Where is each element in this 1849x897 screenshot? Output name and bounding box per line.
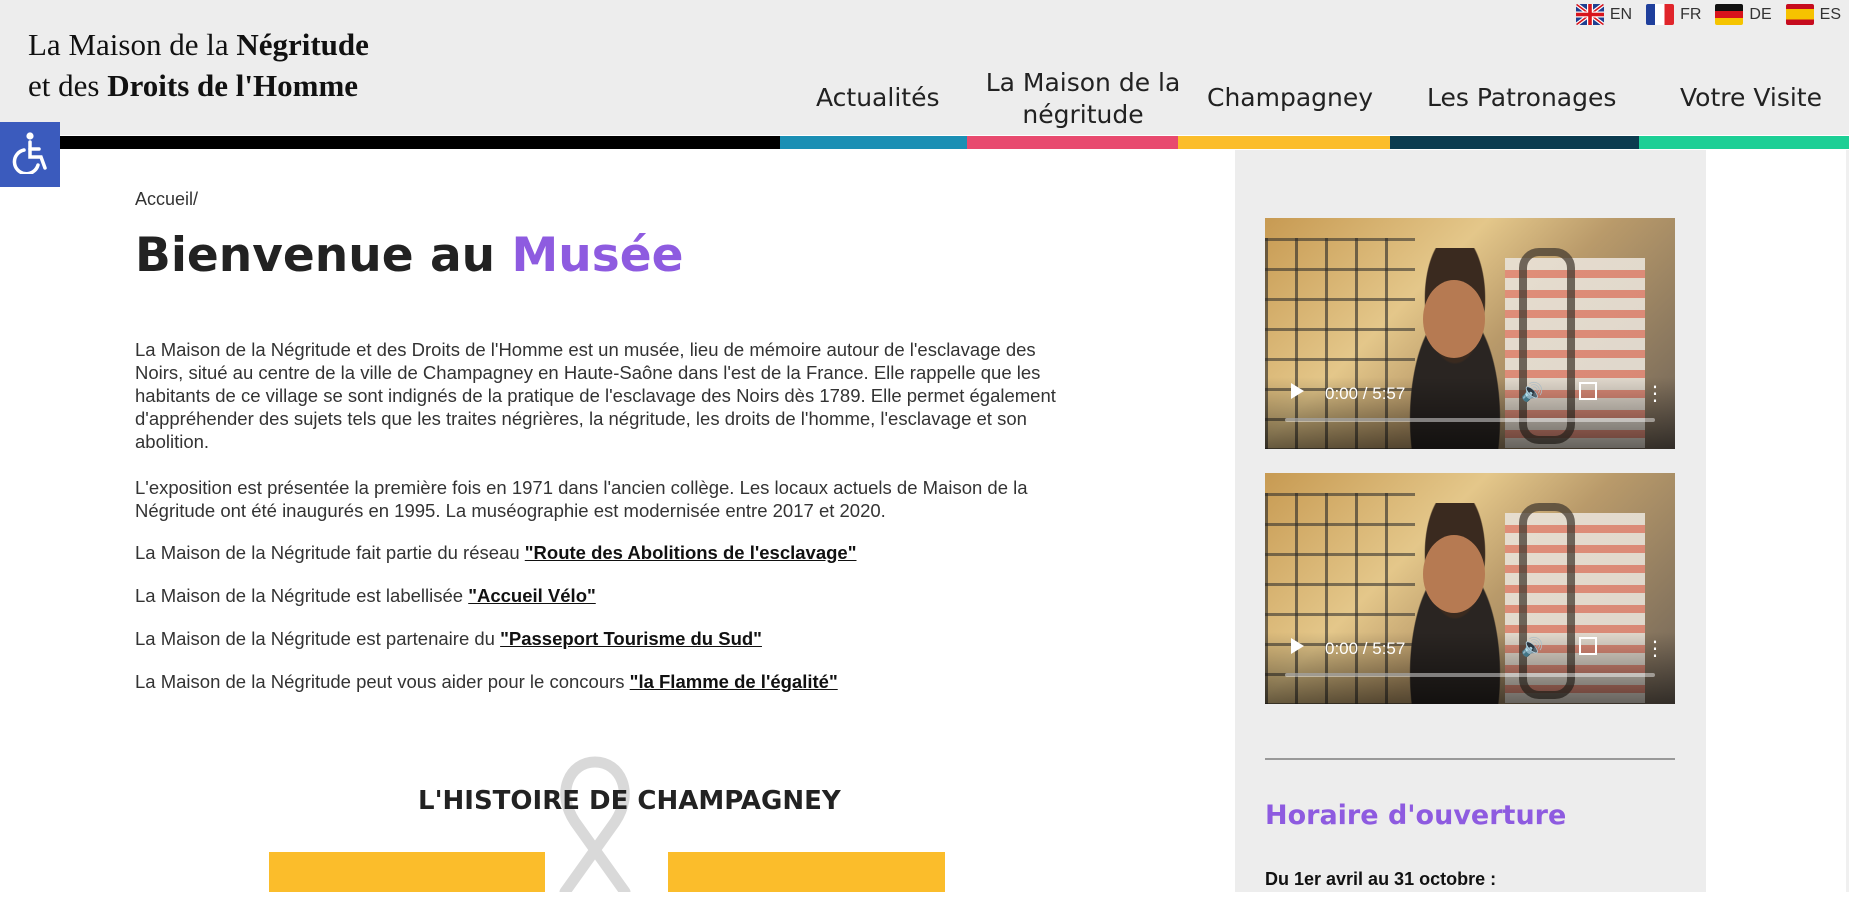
video-thumb-face bbox=[1423, 280, 1485, 358]
nav-maison-negritude[interactable]: La Maison de la négritude bbox=[983, 67, 1183, 131]
lang-en-label: EN bbox=[1609, 5, 1633, 23]
germany-flag-icon bbox=[1715, 4, 1744, 25]
more-options-icon[interactable]: ⋮ bbox=[1645, 639, 1665, 659]
volume-icon[interactable]: 🔊 bbox=[1521, 637, 1543, 657]
page-title: Bienvenue au Musée bbox=[135, 228, 683, 283]
color-bar-black bbox=[0, 136, 780, 149]
passeport-line: La Maison de la Négritude est partenaire… bbox=[135, 627, 1065, 650]
lang-en[interactable]: EN bbox=[1575, 4, 1633, 25]
page-title-plain: Bienvenue au bbox=[135, 228, 512, 283]
opening-hours-period: Du 1er avril au 31 octobre : bbox=[1265, 869, 1497, 889]
accueil-velo-link[interactable]: "Accueil Vélo" bbox=[468, 585, 596, 606]
passeport-text: La Maison de la Négritude est partenaire… bbox=[135, 628, 501, 649]
site-title-line1-plain: La Maison de la bbox=[28, 27, 237, 62]
site-title-line2-bold: Droits de l'Homme bbox=[107, 68, 359, 103]
concours-text: La Maison de la Négritude peut vous aide… bbox=[135, 671, 630, 692]
passeport-tourisme-link[interactable]: "Passeport Tourisme du Sud" bbox=[500, 628, 762, 649]
site-title-line1-bold: Négritude bbox=[236, 27, 369, 62]
language-switcher: EN FR DE ES bbox=[1575, 4, 1841, 25]
volume-icon[interactable]: 🔊 bbox=[1521, 382, 1543, 402]
site-header: La Maison de la Négritude et des Droits … bbox=[0, 0, 1849, 135]
nav-maison-line1: La Maison de la bbox=[985, 68, 1181, 97]
reseau-text: La Maison de la Négritude fait partie du… bbox=[135, 542, 525, 563]
accessibility-button[interactable] bbox=[0, 122, 60, 187]
concours-line: La Maison de la Négritude peut vous aide… bbox=[135, 670, 1065, 693]
route-abolitions-link[interactable]: "Route des Abolitions de l'esclavage" bbox=[525, 542, 857, 563]
intro-paragraph: La Maison de la Négritude et des Droits … bbox=[135, 339, 1056, 452]
lang-de-label: DE bbox=[1749, 5, 1772, 23]
site-title-line1: La Maison de la Négritude bbox=[28, 24, 369, 65]
lang-de[interactable]: DE bbox=[1715, 4, 1772, 25]
history-paragraph: L'exposition est présentée la première f… bbox=[135, 477, 1028, 521]
play-icon[interactable] bbox=[1291, 638, 1304, 654]
more-options-icon[interactable]: ⋮ bbox=[1645, 384, 1665, 404]
velo-line: La Maison de la Négritude est labellisée… bbox=[135, 584, 1065, 607]
nav-patronages[interactable]: Les Patronages bbox=[1427, 82, 1616, 114]
color-bar-pink bbox=[967, 136, 1178, 149]
fullscreen-icon[interactable] bbox=[1579, 637, 1597, 655]
video-time: 0:00 / 5:57 bbox=[1325, 384, 1406, 403]
ribbon-decoration-icon bbox=[525, 752, 675, 897]
color-bar-green bbox=[1639, 136, 1849, 149]
histoire-card-1[interactable] bbox=[269, 852, 545, 892]
play-icon[interactable] bbox=[1291, 383, 1304, 399]
histoire-section-title: L'HISTOIRE DE CHAMPAGNEY bbox=[418, 786, 841, 816]
fullscreen-icon[interactable] bbox=[1579, 382, 1597, 400]
site-title-line2: et des Droits de l'Homme bbox=[28, 65, 369, 106]
page-title-accent: Musée bbox=[511, 228, 684, 283]
nav-maison-line2: négritude bbox=[1022, 100, 1144, 129]
histoire-card-2[interactable] bbox=[668, 852, 945, 892]
video-progress-bar[interactable] bbox=[1285, 673, 1655, 677]
lang-es-label: ES bbox=[1819, 5, 1841, 23]
color-bar-navy bbox=[1390, 136, 1639, 149]
nav-champagney[interactable]: Champagney bbox=[1207, 82, 1373, 114]
lang-fr-label: FR bbox=[1680, 5, 1702, 23]
opening-hours-title: Horaire d'ouverture bbox=[1265, 800, 1567, 831]
spain-flag-icon bbox=[1785, 4, 1814, 25]
video-player-2[interactable]: 0:00 / 5:57 🔊 ⋮ bbox=[1265, 473, 1675, 704]
video-time: 0:00 / 5:57 bbox=[1325, 639, 1406, 658]
nav-votre-visite[interactable]: Votre Visite bbox=[1680, 82, 1822, 114]
video-thumb-face bbox=[1423, 535, 1485, 613]
uk-flag-icon bbox=[1575, 4, 1604, 25]
lang-fr[interactable]: FR bbox=[1646, 4, 1701, 25]
site-title-line2-plain: et des bbox=[28, 68, 108, 103]
video-player-1[interactable]: 0:00 / 5:57 🔊 ⋮ bbox=[1265, 218, 1675, 449]
reseau-line: La Maison de la Négritude fait partie du… bbox=[135, 541, 1065, 564]
france-flag-icon bbox=[1646, 4, 1675, 25]
velo-text: La Maison de la Négritude est labellisée bbox=[135, 585, 469, 606]
sidebar-divider bbox=[1265, 758, 1675, 760]
video-progress-bar[interactable] bbox=[1285, 418, 1655, 422]
nav-actualites[interactable]: Actualités bbox=[816, 82, 939, 114]
main-nav: Actualités La Maison de la négritude Cha… bbox=[780, 62, 1849, 134]
wheelchair-icon bbox=[10, 130, 50, 179]
color-bar-blue bbox=[780, 136, 967, 149]
color-bar-yellow bbox=[1178, 136, 1390, 149]
site-logo-title[interactable]: La Maison de la Négritude et des Droits … bbox=[28, 24, 369, 106]
flamme-egalite-link[interactable]: "la Flamme de l'égalité" bbox=[630, 671, 838, 692]
breadcrumb[interactable]: Accueil/ bbox=[135, 189, 198, 210]
lang-es[interactable]: ES bbox=[1785, 4, 1841, 25]
